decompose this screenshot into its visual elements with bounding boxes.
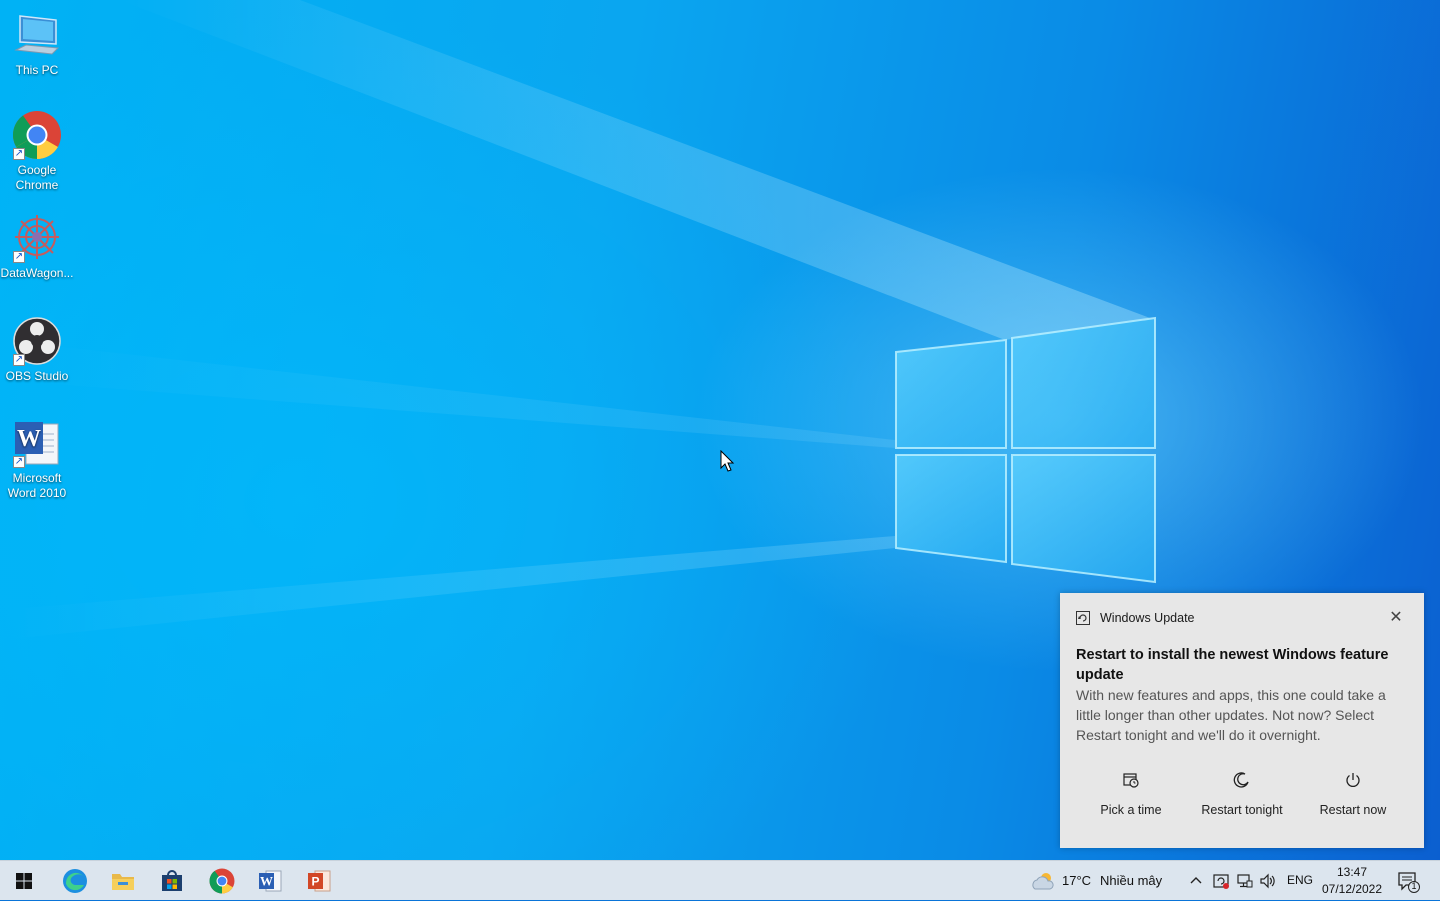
- power-icon: [1346, 773, 1360, 787]
- clock-date: 07/12/2022: [1321, 882, 1383, 896]
- taskbar-edge[interactable]: [51, 861, 99, 901]
- toast-body: With new features and apps, this one cou…: [1076, 687, 1386, 743]
- desktop-icon-label: This PC: [15, 63, 59, 77]
- desktop-icon-datawagon[interactable]: ↗ DataWagon...: [0, 213, 74, 281]
- taskbar-file-explorer[interactable]: [99, 861, 147, 901]
- desktop-icon-this-pc[interactable]: This PC: [0, 10, 74, 78]
- action-center-button[interactable]: 1: [1396, 870, 1420, 894]
- notification-count: 1: [1411, 881, 1417, 891]
- desktop-icon-label: Microsoft Word 2010: [7, 471, 67, 500]
- desktop-icon-label: Google Chrome: [15, 163, 59, 192]
- computer-icon: [14, 15, 60, 55]
- weather-condition[interactable]: Nhiều mây: [1100, 873, 1162, 888]
- windows-update-notification[interactable]: Windows Update ✕ Restart to install the …: [1060, 593, 1424, 848]
- svg-text:P: P: [311, 875, 319, 889]
- file-explorer-icon: [112, 874, 134, 890]
- clock-time: 13:47: [1336, 865, 1368, 879]
- desktop-icon-google-chrome[interactable]: ↗ Google Chrome: [0, 110, 74, 193]
- word-icon: W: [259, 870, 282, 892]
- powerpoint-icon: P: [308, 870, 331, 892]
- taskbar-chrome[interactable]: [198, 861, 246, 901]
- toast-actions: Pick a time Restart tonight Restart now: [1076, 771, 1408, 817]
- windows-update-tray-icon[interactable]: [1212, 872, 1230, 890]
- toast-app-name: Windows Update: [1100, 611, 1195, 625]
- restart-tonight-label: Restart tonight: [1201, 803, 1283, 817]
- taskbar-powerpoint[interactable]: P: [295, 861, 343, 901]
- store-icon: [162, 870, 182, 891]
- desktop-icon-label: OBS Studio: [5, 369, 69, 383]
- mouse-cursor-icon: [720, 450, 735, 472]
- input-language[interactable]: ENG: [1287, 873, 1313, 887]
- cloud-sun-icon[interactable]: [1030, 870, 1056, 892]
- restart-tonight-button[interactable]: Restart tonight: [1187, 771, 1297, 817]
- pick-a-time-label: Pick a time: [1100, 803, 1162, 817]
- network-icon[interactable]: [1236, 872, 1254, 890]
- edge-icon: [63, 869, 87, 893]
- start-button[interactable]: [0, 861, 48, 901]
- shortcut-arrow-icon: ↗: [13, 354, 25, 366]
- calendar-clock-icon: [1123, 773, 1139, 788]
- moon-icon: [1233, 772, 1249, 788]
- taskbar: W P 17°C Nhiều mây ENG 13:47 07/12/2022 …: [0, 860, 1440, 900]
- toast-header: Windows Update: [1076, 611, 1195, 625]
- restart-now-label: Restart now: [1319, 803, 1387, 817]
- taskbar-word[interactable]: W: [246, 861, 294, 901]
- weather-temperature[interactable]: 17°C: [1062, 873, 1091, 888]
- desktop-icon-obs-studio[interactable]: ↗ OBS Studio: [0, 316, 74, 384]
- volume-icon[interactable]: [1259, 872, 1277, 890]
- desktop-icon-label: DataWagon...: [0, 266, 74, 280]
- start-icon: [16, 873, 32, 889]
- clock[interactable]: 13:47 07/12/2022: [1318, 864, 1386, 898]
- pick-a-time-button[interactable]: Pick a time: [1076, 771, 1186, 817]
- desktop-icon-microsoft-word[interactable]: W ↗ Microsoft Word 2010: [0, 418, 74, 501]
- toast-title: Restart to install the newest Windows fe…: [1076, 647, 1389, 683]
- restart-now-button[interactable]: Restart now: [1298, 771, 1408, 817]
- chevron-up-icon[interactable]: [1187, 872, 1205, 890]
- close-icon[interactable]: ✕: [1388, 610, 1404, 627]
- chrome-icon: [209, 868, 235, 894]
- svg-text:W: W: [17, 426, 41, 452]
- shortcut-arrow-icon: ↗: [13, 251, 25, 263]
- shortcut-arrow-icon: ↗: [13, 148, 25, 160]
- svg-text:W: W: [260, 874, 273, 889]
- shortcut-arrow-icon: ↗: [13, 456, 25, 468]
- taskbar-store[interactable]: [148, 861, 196, 901]
- windows-update-icon: [1076, 611, 1090, 625]
